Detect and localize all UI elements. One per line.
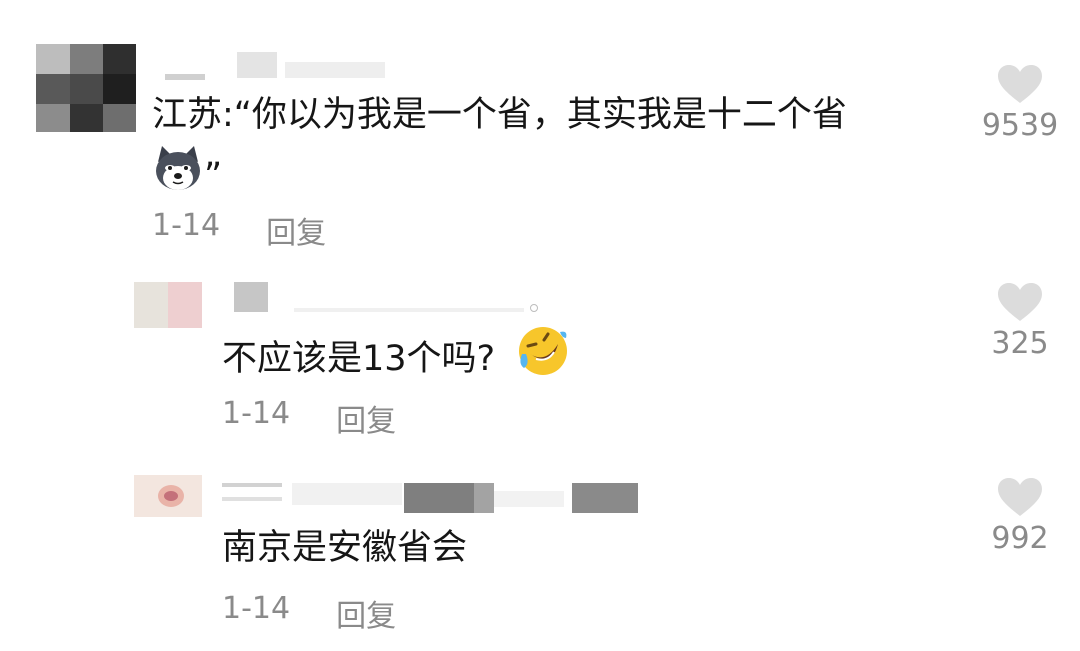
like-count: 325: [991, 326, 1049, 361]
comment-text: 江苏:“你以为我是一个省，其实我是十二个省 ”: [152, 86, 847, 210]
avatar[interactable]: [134, 282, 202, 328]
comment-meta: 1-14 回复: [222, 396, 396, 440]
comment-date: 1-14: [222, 396, 291, 431]
like-button[interactable]: 325: [960, 282, 1080, 361]
like-count: 992: [991, 521, 1049, 556]
username-blurred[interactable]: [165, 52, 395, 82]
like-button[interactable]: 992: [960, 477, 1080, 556]
username-blurred[interactable]: [222, 479, 652, 513]
avatar[interactable]: [134, 475, 202, 517]
username-blurred[interactable]: [234, 282, 544, 312]
comment-date: 1-14: [222, 591, 291, 626]
reply-button[interactable]: 回复: [336, 591, 396, 635]
like-button[interactable]: 9539: [960, 64, 1080, 143]
comment-meta: 1-14 回复: [222, 591, 396, 635]
reply-button[interactable]: 回复: [266, 208, 326, 252]
like-count: 9539: [981, 108, 1059, 143]
comment-meta: 1-14 回复: [152, 208, 326, 252]
dog-face-emoji: [152, 144, 204, 210]
rolling-laughing-emoji: [516, 324, 570, 396]
reply-item: 南京是安徽省会 1-14 回复 992: [0, 455, 1080, 651]
heart-icon: [998, 283, 1042, 321]
comment-item: 江苏:“你以为我是一个省，其实我是十二个省 ” 1-14 回复 9539: [0, 0, 1080, 260]
comment-date: 1-14: [152, 208, 221, 243]
reply-item: 不应该是13个吗? 1-14 回复 325: [0, 260, 1080, 455]
heart-icon: [998, 65, 1042, 103]
reply-text: 南京是安徽省会: [222, 528, 468, 568]
avatar[interactable]: [36, 44, 136, 132]
reply-button[interactable]: 回复: [336, 396, 396, 440]
heart-icon: [998, 478, 1042, 516]
reply-text: 不应该是13个吗?: [222, 324, 570, 396]
